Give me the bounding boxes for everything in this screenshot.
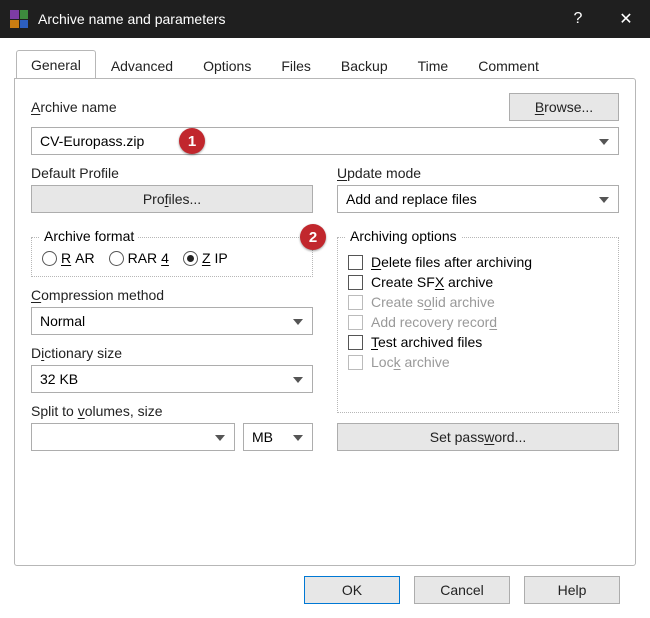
help-button[interactable]: Help	[524, 576, 620, 604]
tab-advanced[interactable]: Advanced	[96, 51, 188, 79]
archive-name-input[interactable]: CV-Europass.zip	[31, 127, 619, 155]
tab-files[interactable]: Files	[266, 51, 326, 79]
archive-format-legend: Archive format	[40, 228, 138, 244]
dialog-footer: OK Cancel Help	[14, 566, 636, 604]
format-rar4-radio[interactable]: RAR4	[109, 250, 169, 266]
app-icon	[10, 10, 28, 28]
split-unit-select[interactable]: MB	[243, 423, 313, 451]
tab-comment[interactable]: Comment	[463, 51, 554, 79]
split-label: Split to volumes, size	[31, 403, 313, 419]
window-title: Archive name and parameters	[38, 11, 554, 27]
archiving-options-legend: Archiving options	[346, 228, 461, 244]
compression-method-select[interactable]: Normal	[31, 307, 313, 335]
close-icon[interactable]: ✕	[602, 0, 650, 38]
dictionary-size-label: Dictionary size	[31, 345, 313, 361]
tab-time[interactable]: Time	[403, 51, 464, 79]
opt-create-solid: Create solid archive	[348, 294, 608, 310]
opt-test-archived[interactable]: Test archived files	[348, 334, 608, 350]
dictionary-size-select[interactable]: 32 KB	[31, 365, 313, 393]
format-zip-radio[interactable]: ZIP	[183, 250, 228, 266]
annotation-badge-2: 2	[300, 224, 326, 250]
browse-button[interactable]: Browse...	[509, 93, 619, 121]
opt-lock-archive: Lock archive	[348, 354, 608, 370]
client-area: General Advanced Options Files Backup Ti…	[0, 38, 650, 618]
tab-general[interactable]: General	[16, 50, 96, 79]
annotation-badge-1: 1	[179, 128, 205, 154]
profiles-button[interactable]: Profiles...	[31, 185, 313, 213]
split-size-input[interactable]	[31, 423, 235, 451]
update-mode-label: Update mode	[337, 165, 619, 181]
cancel-button[interactable]: Cancel	[414, 576, 510, 604]
compression-method-label: Compression method	[31, 287, 313, 303]
archive-name-label: Archive name	[31, 99, 117, 115]
ok-button[interactable]: OK	[304, 576, 400, 604]
tab-strip: General Advanced Options Files Backup Ti…	[14, 48, 636, 78]
archive-name-value: CV-Europass.zip	[40, 133, 144, 149]
tab-backup[interactable]: Backup	[326, 51, 403, 79]
update-mode-select[interactable]: Add and replace files	[337, 185, 619, 213]
title-bar: Archive name and parameters ? ✕	[0, 0, 650, 38]
opt-create-sfx[interactable]: Create SFX archive	[348, 274, 608, 290]
tab-options[interactable]: Options	[188, 51, 266, 79]
set-password-button[interactable]: Set password...	[337, 423, 619, 451]
tab-panel-general: Archive name Browse... CV-Europass.zip 1…	[14, 78, 636, 566]
right-column: Update mode Add and replace files Archiv…	[337, 165, 619, 451]
help-icon[interactable]: ?	[554, 0, 602, 38]
opt-add-recovery: Add recovery record	[348, 314, 608, 330]
opt-delete-after[interactable]: Delete files after archiving	[348, 254, 608, 270]
format-rar-radio[interactable]: RAR	[42, 250, 95, 266]
left-column: Default Profile Profiles... Archive form…	[31, 165, 313, 451]
default-profile-label: Default Profile	[31, 165, 313, 181]
